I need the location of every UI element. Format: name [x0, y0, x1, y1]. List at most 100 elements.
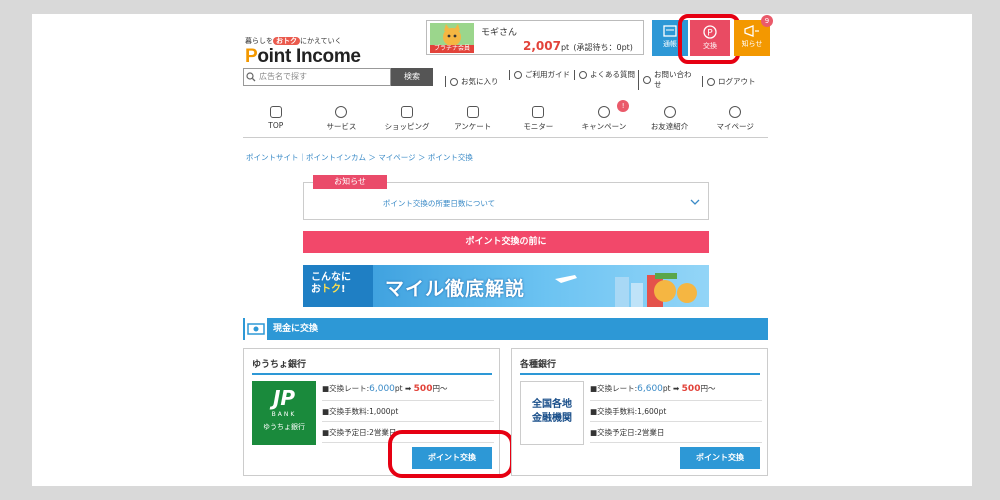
user-name: モギさん — [481, 28, 518, 38]
guide-icon — [514, 71, 522, 79]
banner-line2-hl: トク — [321, 284, 341, 295]
banner-catch: こんなに おトク! — [311, 272, 351, 296]
rate-label: ■交換レート: — [322, 384, 370, 393]
user-avatar: ブラチナ会員 — [430, 23, 474, 53]
points-value: 2,007 — [523, 39, 561, 53]
banner-line2-post: ! — [341, 284, 346, 295]
rate-to: 500 — [681, 384, 701, 394]
heart-icon — [450, 77, 458, 86]
medal-icon — [597, 106, 610, 118]
util-faq[interactable]: よくある質問 — [574, 70, 636, 80]
jp-bank-name: ゆうちょ銀行 — [263, 423, 305, 431]
before-exchange-bar[interactable]: ポイント交換の前に — [303, 231, 709, 253]
passbook-icon — [663, 25, 677, 37]
search-placeholder: 広告名で探す — [259, 72, 307, 81]
points-pending: (承認待ち：0pt) — [573, 43, 633, 52]
nav-shopping-label: ショッピング — [384, 122, 430, 131]
search-button[interactable]: 検索 — [391, 68, 433, 86]
rate-from: 6,600 — [637, 384, 663, 394]
util-guide[interactable]: ご利用ガイド — [509, 70, 573, 80]
nav-top[interactable]: TOP — [243, 106, 309, 137]
rate-from-unit: pt — [394, 384, 403, 393]
gauge-icon — [729, 106, 742, 118]
cash-icon — [245, 318, 267, 340]
nav-mypage-label: マイページ — [716, 122, 754, 131]
banner-line1: こんなに — [311, 272, 351, 283]
rate-from-unit: pt — [662, 384, 671, 393]
banks-fee: ■交換手数料:1,600pt — [590, 406, 762, 422]
banks-exchange-button[interactable]: ポイント交換 — [680, 447, 760, 469]
banks-schedule: ■交換予定日:2営業日 — [590, 427, 762, 443]
rate-to: 500 — [413, 384, 433, 394]
arrow-right-icon: ➡ — [672, 384, 680, 393]
logo-name: oint Income — [257, 46, 361, 67]
nav-service[interactable]: サービス — [309, 106, 375, 137]
logo-p: P — [245, 46, 258, 67]
home-icon — [269, 106, 282, 118]
search-icon — [246, 72, 256, 82]
mile-banner[interactable]: こんなに おトク! マイル徹底解説 — [303, 265, 709, 307]
user-box[interactable]: ブラチナ会員 モギさん 2,007pt (承認待ち：0pt) — [426, 20, 644, 55]
yucho-rate: ■交換レート:6,000pt ➡ 500円～ — [322, 383, 494, 401]
yucho-title: ゆうちょ銀行 — [252, 357, 492, 375]
util-favorites[interactable]: お気に入り — [445, 76, 499, 87]
arrow-right-icon: ➡ — [404, 384, 412, 393]
nav-monitor[interactable]: モニター — [506, 106, 572, 137]
news-badge: 9 — [761, 15, 773, 27]
exchange-highlight-ring — [678, 14, 740, 64]
bulb-icon — [335, 106, 348, 118]
logo[interactable]: 暮らしを おトク にかえていく Point Income — [245, 36, 361, 68]
nav-top-label: TOP — [268, 121, 284, 130]
yucho-logo: JP BANK ゆうちょ銀行 — [252, 381, 316, 445]
campaign-badge: ! — [617, 100, 630, 112]
clipboard-icon — [532, 106, 545, 118]
banks-title: 各種銀行 — [520, 357, 760, 375]
section-title: 現金に交換 — [273, 324, 319, 334]
util-logout-label: ログアウト — [718, 77, 756, 86]
pencil-icon — [466, 106, 479, 118]
logo-wordmark: Point Income — [245, 46, 361, 68]
rate-from: 6,000 — [369, 384, 395, 394]
nav-shopping[interactable]: ショッピング — [374, 106, 440, 137]
points-unit: pt — [560, 43, 570, 52]
yucho-button-highlight-ring — [388, 430, 514, 478]
tagline-post: にかえていく — [300, 37, 342, 45]
banner-illustration — [555, 273, 697, 307]
nav-survey-label: アンケート — [454, 122, 492, 131]
util-contact-label: お問い合わせ — [654, 70, 692, 89]
search-input[interactable]: 広告名で探す — [243, 68, 391, 86]
passbook-label: 通帳 — [663, 40, 677, 48]
tagline-pre: 暮らしを — [245, 37, 273, 45]
logo-tagline: 暮らしを おトク にかえていく — [245, 36, 361, 46]
rate-label: ■交換レート: — [590, 384, 638, 393]
tagline-highlight: おトク — [273, 37, 300, 45]
cart-icon — [401, 106, 414, 118]
friends-icon — [663, 106, 676, 118]
notice-link[interactable]: ポイント交換の所要日数について — [304, 198, 574, 209]
banks-logo: 全国各地 金融機関 — [520, 381, 584, 445]
util-contact[interactable]: お問い合わせ — [638, 70, 698, 90]
util-faq-label: よくある質問 — [590, 70, 635, 79]
jp-bank: BANK — [271, 411, 297, 418]
jp-mark: JP — [272, 386, 296, 410]
nav-friends-label: お友達紹介 — [650, 122, 689, 131]
nav-mypage[interactable]: マイページ — [702, 106, 768, 137]
util-favorites-label: お気に入り — [461, 77, 499, 86]
news-label: 知らせ — [741, 40, 763, 48]
question-icon — [579, 71, 587, 79]
nav-friends[interactable]: お友達紹介 — [637, 106, 703, 137]
banner-title: マイル徹底解説 — [385, 278, 526, 300]
nav-monitor-label: モニター — [523, 122, 554, 131]
logout-icon — [707, 77, 715, 86]
nav-campaign-label: キャンペーン — [581, 122, 627, 131]
banks-rate: ■交換レート:6,600pt ➡ 500円～ — [590, 383, 762, 401]
user-points: 2,007pt (承認待ち：0pt) — [523, 39, 633, 53]
util-logout[interactable]: ログアウト — [702, 76, 756, 87]
nav-campaign[interactable]: キャンペーン ! — [571, 100, 637, 137]
yucho-fee: ■交換手数料:1,000pt — [322, 406, 494, 422]
megaphone-icon — [744, 25, 759, 37]
breadcrumb[interactable]: ポイントサイト｜ポイントインカム ＞ マイページ ＞ ポイント交換 — [246, 152, 473, 163]
rate-to-unit: 円～ — [432, 384, 448, 393]
nav-survey[interactable]: アンケート — [440, 106, 506, 137]
chevron-down-icon[interactable] — [690, 199, 700, 206]
